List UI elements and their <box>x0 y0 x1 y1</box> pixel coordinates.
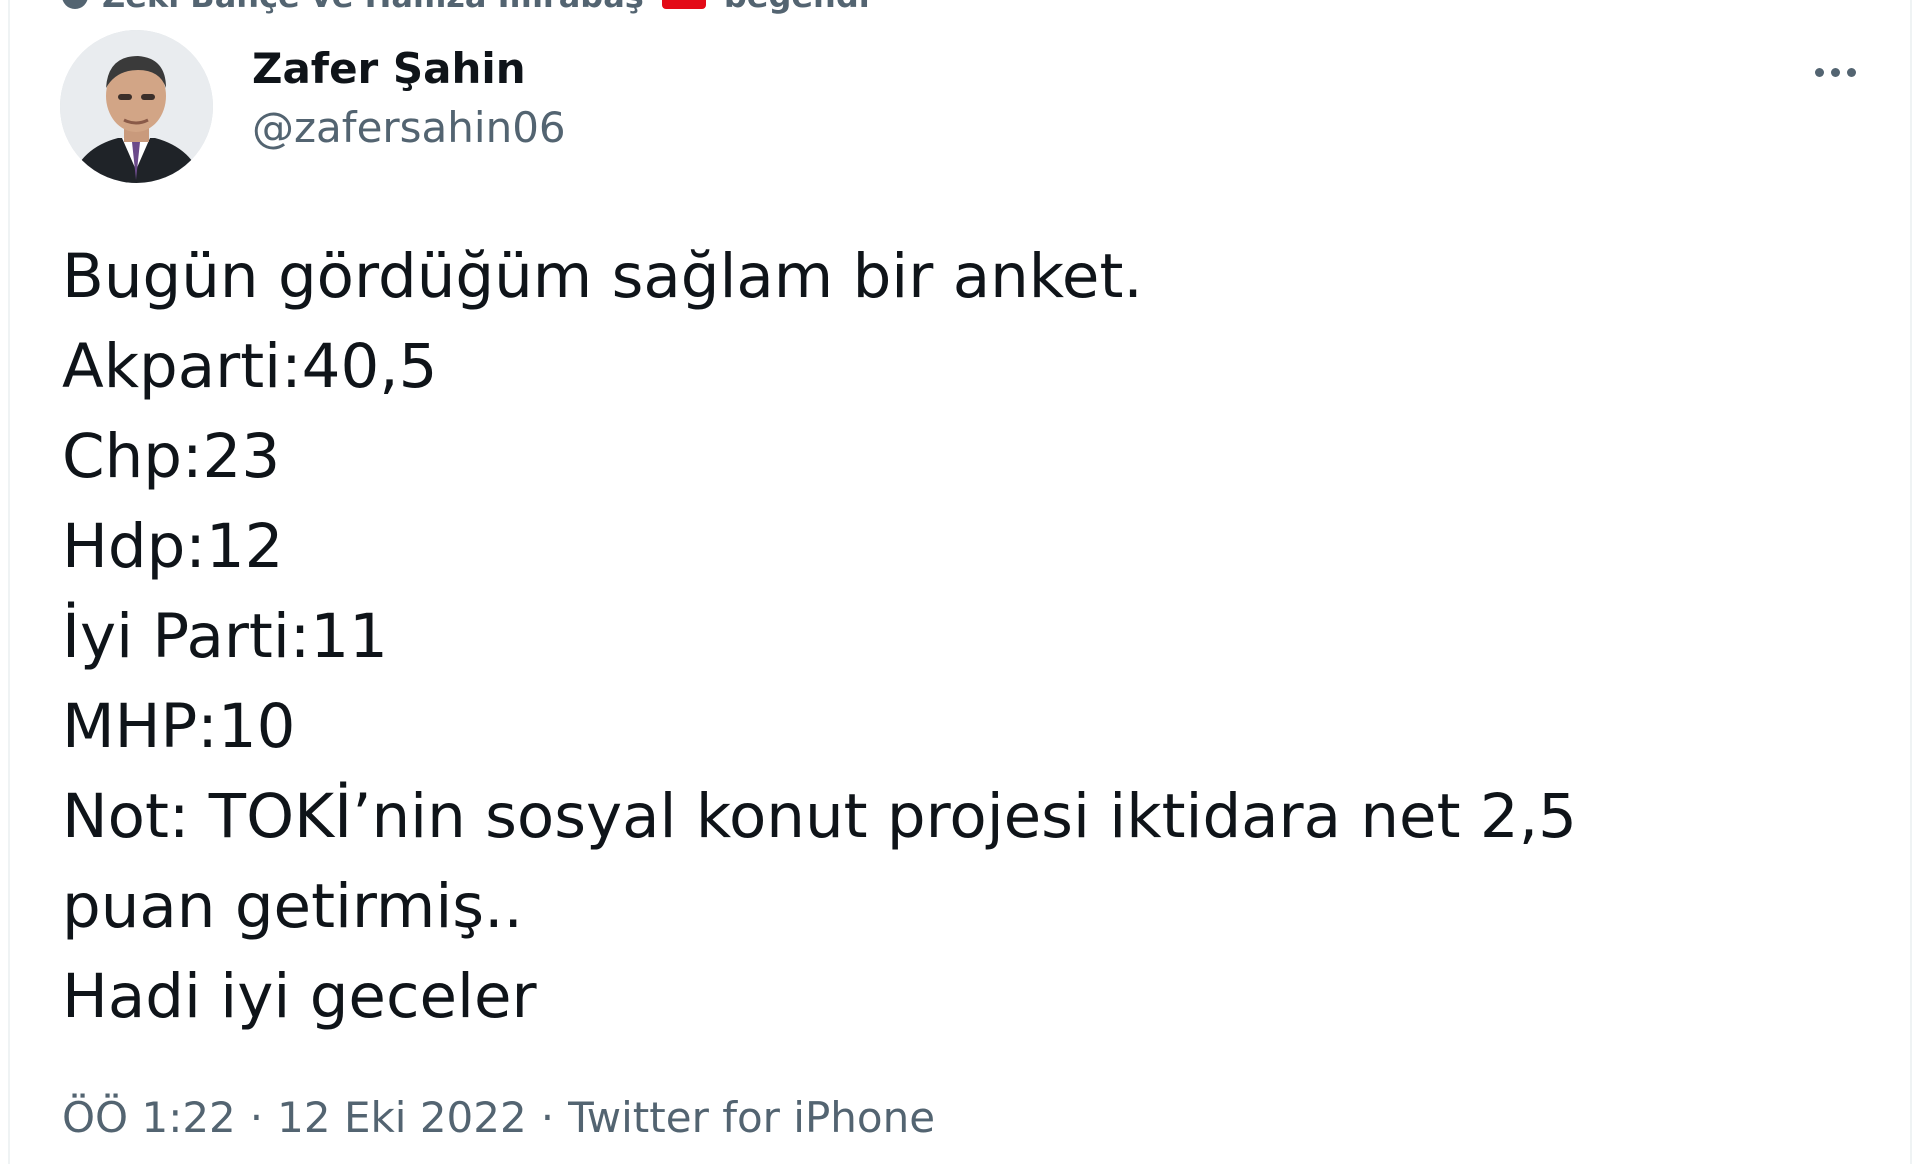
tweet-text-line: Not: TOKİ’nin sosyal konut projesi iktid… <box>62 781 1577 852</box>
tweet-date-link[interactable]: 12 Eki 2022 <box>277 1090 527 1146</box>
author-name[interactable]: Zafer Şahin <box>252 40 566 98</box>
meta-separator: · <box>540 1093 555 1142</box>
tweet-text: Bugün gördüğüm sağlam bir anket. Akparti… <box>62 232 1842 1042</box>
more-horizontal-icon <box>1814 67 1824 77</box>
tweet-source-link[interactable]: Twitter for iPhone <box>568 1090 935 1146</box>
more-options-button[interactable] <box>1800 46 1870 98</box>
tweet-text-line: İyi Parti:11 <box>62 601 388 672</box>
tweet-text-line: Hadi iyi geceler <box>62 961 537 1032</box>
tweet-text-line: Akparti:40,5 <box>62 331 438 402</box>
avatar-photo <box>60 30 213 183</box>
tweet-text-line: Chp:23 <box>62 421 281 492</box>
avatar[interactable] <box>60 30 213 183</box>
tweet-text-line: MHP:10 <box>62 691 296 762</box>
tweet-text-line: Bugün gördüğüm sağlam bir anket. <box>62 241 1143 312</box>
meta-separator: · <box>249 1093 264 1142</box>
tweet-text-line: Hdp:12 <box>62 511 284 582</box>
more-horizontal-icon-dot <box>1830 67 1840 77</box>
tweet-author[interactable]: Zafer Şahin @zafersahin06 <box>252 40 566 158</box>
tweet-text-line: puan getirmiş.. <box>62 871 523 942</box>
tweet[interactable]: Zafer Şahin @zafersahin06 Bugün gördüğüm… <box>0 0 1920 1164</box>
tweet-metadata: ÖÖ 1:22 · 12 Eki 2022 · Twitter for iPho… <box>62 1090 935 1146</box>
more-horizontal-icon-dot <box>1846 67 1856 77</box>
author-handle[interactable]: @zafersahin06 <box>252 98 566 158</box>
tweet-time-link[interactable]: ÖÖ 1:22 <box>62 1090 236 1146</box>
